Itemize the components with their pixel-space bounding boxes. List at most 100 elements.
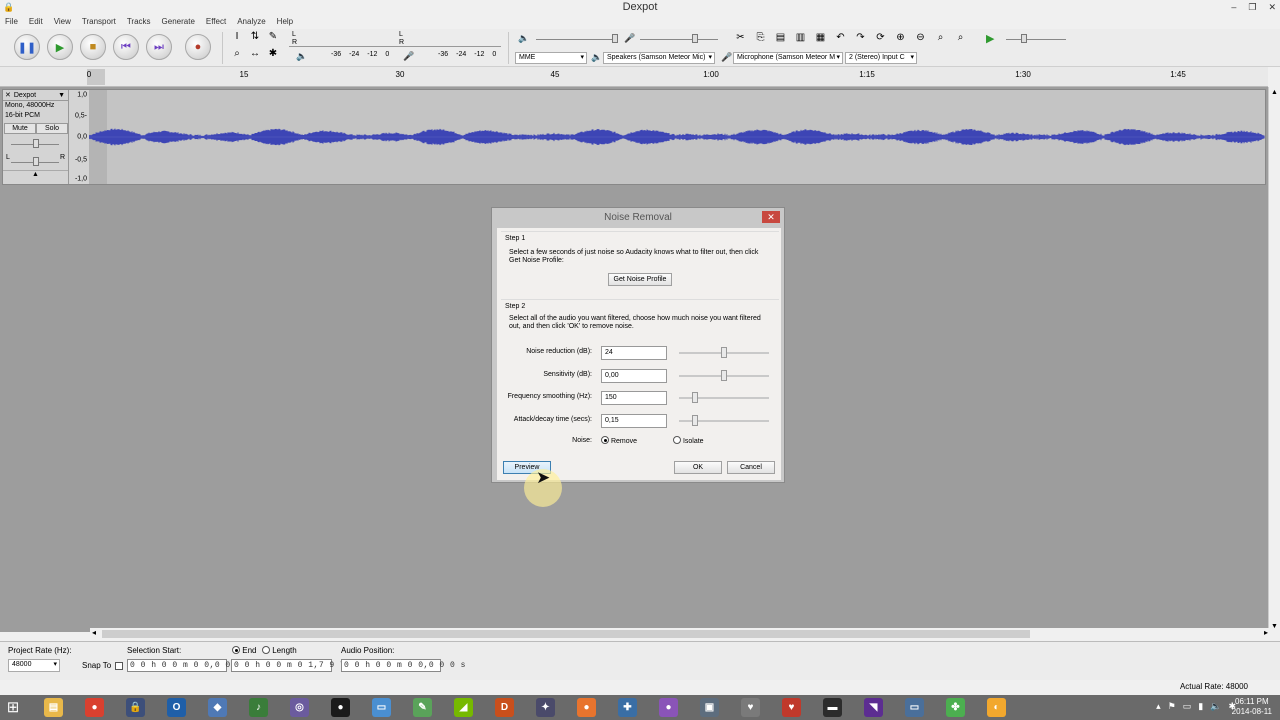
draw-tool-icon[interactable]: ✎ [264,31,282,48]
selection-tool-icon[interactable]: I [228,31,246,48]
sensitivity-input[interactable]: 0,00 [601,369,667,383]
taskbar-clock[interactable]: 06:11 PM 2014-08-11 [1232,697,1272,717]
display-app-icon[interactable]: ▭ [905,698,924,717]
input-device-select[interactable]: Microphone (Samson Meteor M [733,52,843,64]
paint-app-icon[interactable]: ✎ [413,698,432,717]
selection-end-time[interactable]: 0 0 h 0 0 m 0 1,7 9 7 s [231,659,355,672]
outlook-icon[interactable]: O [167,698,186,717]
menu-transport[interactable]: Transport [82,15,116,29]
copy-icon[interactable]: ⎘ [753,32,768,43]
waveform[interactable] [89,90,1265,184]
terminal-icon[interactable]: ▬ [823,698,842,717]
audio-host-select[interactable]: MME [515,52,587,64]
remove-radio[interactable]: Remove [601,436,637,445]
output-device-select[interactable]: Speakers (Samson Meteor Mic) [603,52,715,64]
play-button[interactable]: ▶ [47,34,73,60]
menu-analyze[interactable]: Analyze [237,15,265,29]
horizontal-scrollbar[interactable]: ◂ ▸ [90,628,1270,640]
audacity-icon[interactable]: ◐ [987,698,1006,717]
ball-app-icon[interactable]: ● [659,698,678,717]
selection-start-time[interactable]: 0 0 h 0 0 m 0 0,0 0 0 s [127,659,251,672]
gain-slider[interactable] [3,134,68,154]
play-speed-thumb[interactable] [1021,34,1027,43]
game-app-icon[interactable]: ● [331,698,350,717]
attack-decay-slider[interactable] [679,415,769,426]
audio-track[interactable]: ✕ Dexpot ▼ Mono, 48000Hz 16-bit PCM Mute… [2,89,1266,185]
maximize-button[interactable]: ❐ [1248,0,1256,15]
fit-selection-icon[interactable]: ⌕ [933,32,948,43]
snap-to-checkbox[interactable] [115,662,123,670]
envelope-tool-icon[interactable]: ⇅ [246,31,264,48]
solo-button[interactable]: Solo [36,123,68,134]
record-volume-slider[interactable] [640,39,718,40]
track-close-icon[interactable]: ✕ [5,91,11,99]
mute-button[interactable]: Mute [4,123,36,134]
scroll-up-icon[interactable]: ▲ [1271,89,1278,96]
ableton-icon[interactable]: ◎ [290,698,309,717]
menu-generate[interactable]: Generate [162,15,195,29]
dialog-close-button[interactable]: ✕ [762,211,780,223]
chrome-icon[interactable]: ● [85,698,104,717]
cancel-button[interactable]: Cancel [727,461,775,474]
sketch-app-icon[interactable]: ✦ [536,698,555,717]
length-radio[interactable]: Length [262,646,297,655]
noise-reduction-thumb[interactable] [721,347,727,358]
skip-end-button[interactable]: ⏭ [146,34,172,60]
heart-app-icon[interactable]: ♥ [782,698,801,717]
firefox-icon[interactable]: ● [577,698,596,717]
track-menu-icon[interactable]: ▼ [58,92,65,99]
file-explorer-icon[interactable]: ▤ [44,698,63,717]
menu-edit[interactable]: Edit [29,15,43,29]
frequency-smoothing-slider[interactable] [679,392,769,403]
trim-icon[interactable]: ▥ [793,32,808,43]
isolate-radio[interactable]: Isolate [673,436,704,445]
end-radio[interactable]: End [232,646,256,655]
playback-volume-slider[interactable] [536,39,616,40]
scroll-right-icon[interactable]: ▸ [1264,628,1268,637]
noise-reduction-input[interactable]: 24 [601,346,667,360]
volume-tray-icon[interactable]: 🔈 [1210,701,1221,712]
redo-icon[interactable]: ↷ [853,32,868,43]
zoom-in-icon[interactable]: ⊕ [893,32,908,43]
timeshift-tool-icon[interactable]: ↔ [246,48,264,65]
horizontal-scroll-thumb[interactable] [102,630,1030,638]
flag-icon[interactable]: ⚑ [1168,701,1176,712]
attack-decay-input[interactable]: 0,15 [601,414,667,428]
vertical-scrollbar[interactable]: ▲ ▼ [1268,87,1280,632]
skip-start-button[interactable]: ⏮ [113,34,139,60]
menu-effect[interactable]: Effect [206,15,226,29]
multi-tool-icon[interactable]: ✱ [264,48,282,65]
remote-app-icon[interactable]: ▣ [700,698,719,717]
notepad-icon[interactable]: ▭ [372,698,391,717]
frequency-smoothing-thumb[interactable] [692,392,698,403]
audio-tool-icon[interactable]: ♪ [249,698,268,717]
scroll-down-icon[interactable]: ▼ [1271,623,1278,630]
start-button[interactable]: ⊞ [4,699,22,716]
collapse-track-button[interactable]: ▲ [3,170,68,178]
keepass-icon[interactable]: 🔒 [126,698,145,717]
virtualbox-icon[interactable]: ◆ [208,698,227,717]
playback-meter[interactable]: L R L R [289,31,501,47]
sensitivity-slider[interactable] [679,370,769,381]
menu-help[interactable]: Help [277,15,293,29]
timeline-ruler[interactable]: 0 15 30 45 1:00 1:15 1:30 1:45 [0,67,1268,87]
visual-studio-icon[interactable]: ◥ [864,698,883,717]
pause-button[interactable]: ❚❚ [14,34,40,60]
silence-icon[interactable]: ▦ [813,32,828,43]
menu-view[interactable]: View [54,15,71,29]
play-speed-slider[interactable] [1006,39,1066,40]
pan-slider[interactable]: L R [3,154,68,170]
project-rate-select[interactable]: 48000 [8,659,60,672]
menu-file[interactable]: File [5,15,18,29]
record-volume-thumb[interactable] [692,34,698,43]
scroll-left-icon[interactable]: ◂ [92,628,96,637]
paste-icon[interactable]: ▤ [773,32,788,43]
noise-reduction-slider[interactable] [679,347,769,358]
ok-button[interactable]: OK [674,461,722,474]
shield-app-icon[interactable]: ♥ [741,698,760,717]
menu-tracks[interactable]: Tracks [127,15,151,29]
fit-project-icon[interactable]: ⌕ [953,32,968,43]
nvidia-icon[interactable]: ◢ [454,698,473,717]
clover-app-icon[interactable]: ✤ [946,698,965,717]
close-button[interactable]: ✕ [1268,0,1276,15]
